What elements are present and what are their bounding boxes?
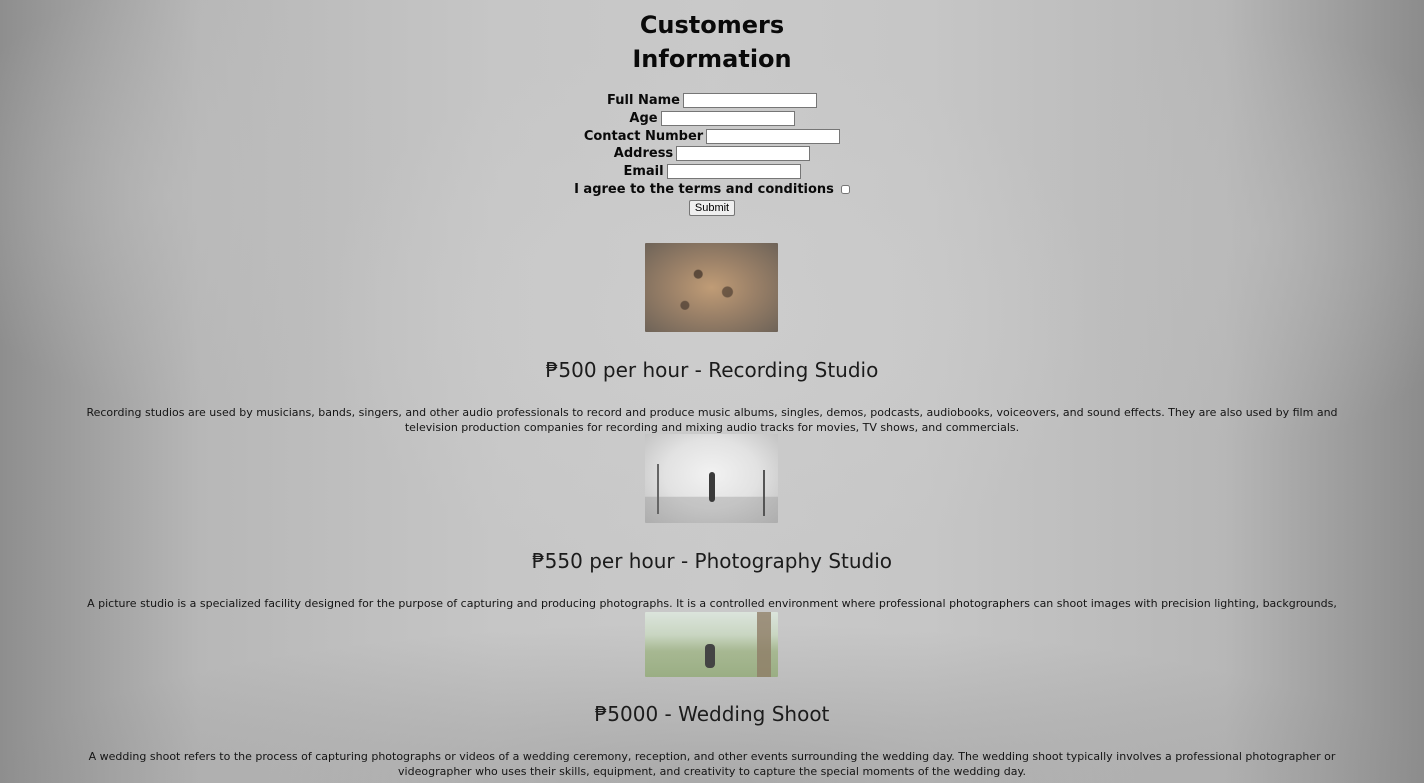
photographer-figure bbox=[709, 472, 715, 502]
age-label: Age bbox=[629, 111, 658, 127]
age-input[interactable] bbox=[660, 111, 795, 127]
photography-studio-title: ₱550 per hour - Photography Studio bbox=[531, 549, 893, 573]
address-input[interactable] bbox=[676, 146, 811, 162]
full-name-row: Full Name bbox=[0, 92, 1424, 110]
tree-trunk bbox=[757, 612, 771, 677]
address-row: Address bbox=[0, 145, 1424, 163]
terms-label: I agree to the terms and conditions bbox=[574, 181, 834, 197]
email-row: Email bbox=[0, 163, 1424, 181]
age-row: Age bbox=[0, 110, 1424, 128]
recording-studio-description: Recording studios are used by musicians,… bbox=[86, 406, 1338, 434]
full-name-input[interactable] bbox=[682, 93, 817, 109]
email-label: Email bbox=[623, 164, 664, 180]
terms-checkbox[interactable] bbox=[840, 184, 850, 194]
address-label: Address bbox=[613, 146, 674, 162]
wedding-shoot-image bbox=[645, 612, 778, 677]
full-name-label: Full Name bbox=[607, 93, 680, 109]
contact-number-row: Contact Number bbox=[0, 127, 1424, 145]
contact-number-input[interactable] bbox=[706, 128, 841, 144]
wedding-couple-figure bbox=[705, 644, 715, 668]
page-title-line1: Customers bbox=[639, 11, 785, 39]
photography-studio-image bbox=[645, 434, 778, 523]
wedding-shoot-description: A wedding shoot refers to the process of… bbox=[88, 750, 1336, 778]
email-input[interactable] bbox=[666, 164, 801, 180]
wedding-shoot-title: ₱5000 - Wedding Shoot bbox=[594, 702, 830, 726]
recording-studio-title: ₱500 per hour - Recording Studio bbox=[545, 358, 879, 382]
page-title: Customers Information bbox=[0, 8, 1424, 76]
contact-number-label: Contact Number bbox=[583, 128, 704, 144]
terms-row: I agree to the terms and conditions bbox=[0, 180, 1424, 198]
page: Customers Information Full Name Age Cont… bbox=[0, 0, 1424, 783]
recording-studio-image bbox=[645, 243, 778, 332]
customer-form: Full Name Age Contact Number Address Ema… bbox=[0, 92, 1424, 217]
submit-row: Submit bbox=[0, 199, 1424, 217]
light-stand-left bbox=[657, 464, 659, 514]
page-title-line2: Information bbox=[632, 45, 792, 73]
submit-button[interactable]: Submit bbox=[688, 200, 736, 217]
light-stand-right bbox=[763, 470, 765, 516]
